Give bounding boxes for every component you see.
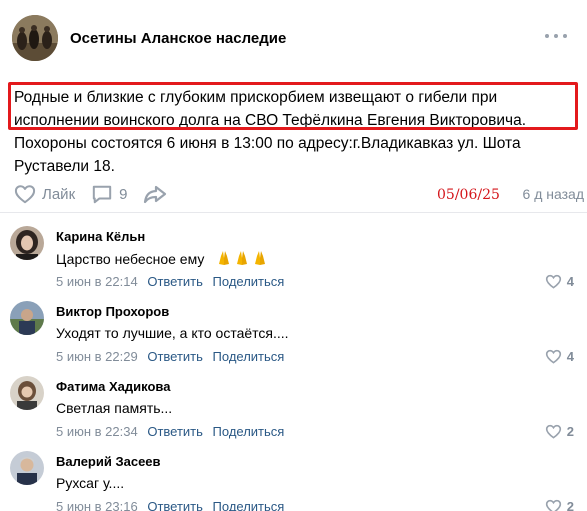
- avatar-image: [10, 226, 44, 260]
- reply-link[interactable]: Ответить: [147, 349, 203, 364]
- group-avatar-image: [12, 15, 58, 61]
- post-line: исполнении воинского долга на СВО Тефёлк…: [14, 112, 527, 129]
- heart-icon: [14, 185, 36, 204]
- post-time[interactable]: 6 д назад: [523, 186, 584, 202]
- comment-text: Уходят то лучшие, а кто остаётся....: [56, 325, 289, 341]
- reply-link[interactable]: Ответить: [147, 499, 203, 511]
- comment-like-count: 4: [566, 349, 574, 364]
- avatar[interactable]: [10, 301, 44, 335]
- comment-meta: 5 июн в 23:16 Ответить Поделиться: [56, 499, 284, 511]
- comment-date[interactable]: 5 июн в 22:34: [56, 424, 138, 439]
- share-link[interactable]: Поделиться: [213, 349, 285, 364]
- praying-hands-icon: [237, 251, 248, 265]
- share-link[interactable]: Поделиться: [213, 424, 285, 439]
- comment-meta: 5 июн в 22:14 Ответить Поделиться: [56, 274, 284, 289]
- comment-text-content: Царство небесное ему: [56, 251, 205, 267]
- divider: [0, 212, 587, 213]
- comments-button[interactable]: 9: [91, 184, 127, 204]
- avatar[interactable]: [10, 376, 44, 410]
- heart-icon: [545, 274, 561, 289]
- heart-icon: [545, 424, 561, 439]
- comment-text: Светлая память...: [56, 400, 173, 416]
- comment-date[interactable]: 5 июн в 22:29: [56, 349, 138, 364]
- comment-author[interactable]: Виктор Прохоров: [56, 304, 169, 319]
- avatar[interactable]: [10, 451, 44, 485]
- more-options-icon[interactable]: [545, 26, 567, 46]
- comment-meta: 5 июн в 22:34 Ответить Поделиться: [56, 424, 284, 439]
- praying-hands-icon: [219, 251, 230, 265]
- comment-item: Виктор Прохоров Уходят то лучшие, а кто …: [10, 301, 576, 375]
- avatar-image: [10, 376, 44, 410]
- praying-hands-icon: [255, 251, 266, 265]
- handwritten-date-annotation: 05/06/25: [437, 187, 500, 203]
- avatar[interactable]: [10, 226, 44, 260]
- heart-icon: [545, 349, 561, 364]
- comment-like-button[interactable]: 2: [545, 424, 574, 439]
- post-line: Похороны состоятся 6 июня в 13:00 по адр…: [14, 135, 521, 152]
- avatar-image: [10, 451, 44, 485]
- share-button[interactable]: [143, 184, 167, 204]
- post-line: Руставели 18.: [14, 158, 115, 175]
- heart-icon: [545, 499, 561, 511]
- group-avatar[interactable]: [12, 15, 58, 61]
- reply-link[interactable]: Ответить: [147, 274, 203, 289]
- comment-like-count: 2: [566, 424, 574, 439]
- comments-count: 9: [119, 185, 128, 203]
- comment-like-count: 2: [566, 499, 574, 511]
- share-link[interactable]: Поделиться: [213, 274, 285, 289]
- comment-item: Карина Кёльн Царство небесное ему 5 июн …: [10, 226, 576, 300]
- group-name[interactable]: Осетины Аланское наследие: [70, 30, 286, 47]
- like-button[interactable]: Лайк: [14, 184, 75, 204]
- comment-icon: [92, 185, 112, 204]
- share-arrow-icon: [144, 185, 167, 204]
- post-line: Родные и близкие с глубоким прискорбием …: [14, 89, 498, 106]
- comment-item: Фатима Хадикова Светлая память... 5 июн …: [10, 376, 576, 450]
- comment-author[interactable]: Валерий Засеев: [56, 454, 161, 469]
- post-text: Родные и близкие с глубоким прискорбием …: [14, 86, 579, 178]
- comment-item: Валерий Засеев Рухсаг у.... 5 июн в 23:1…: [10, 451, 576, 511]
- comment-date[interactable]: 5 июн в 22:14: [56, 274, 138, 289]
- comment-meta: 5 июн в 22:29 Ответить Поделиться: [56, 349, 284, 364]
- share-link[interactable]: Поделиться: [213, 499, 285, 511]
- comment-text: Царство небесное ему: [56, 250, 268, 267]
- comment-like-count: 4: [566, 274, 574, 289]
- post-header: Осетины Аланское наследие: [12, 14, 575, 62]
- comment-date[interactable]: 5 июн в 23:16: [56, 499, 138, 511]
- comment-author[interactable]: Карина Кёльн: [56, 229, 145, 244]
- comment-like-button[interactable]: 4: [545, 274, 574, 289]
- comment-author[interactable]: Фатима Хадикова: [56, 379, 170, 394]
- comment-like-button[interactable]: 2: [545, 499, 574, 511]
- comment-like-button[interactable]: 4: [545, 349, 574, 364]
- reply-link[interactable]: Ответить: [147, 424, 203, 439]
- comment-text: Рухсаг у....: [56, 475, 125, 491]
- avatar-image: [10, 301, 44, 335]
- like-label: Лайк: [42, 185, 76, 203]
